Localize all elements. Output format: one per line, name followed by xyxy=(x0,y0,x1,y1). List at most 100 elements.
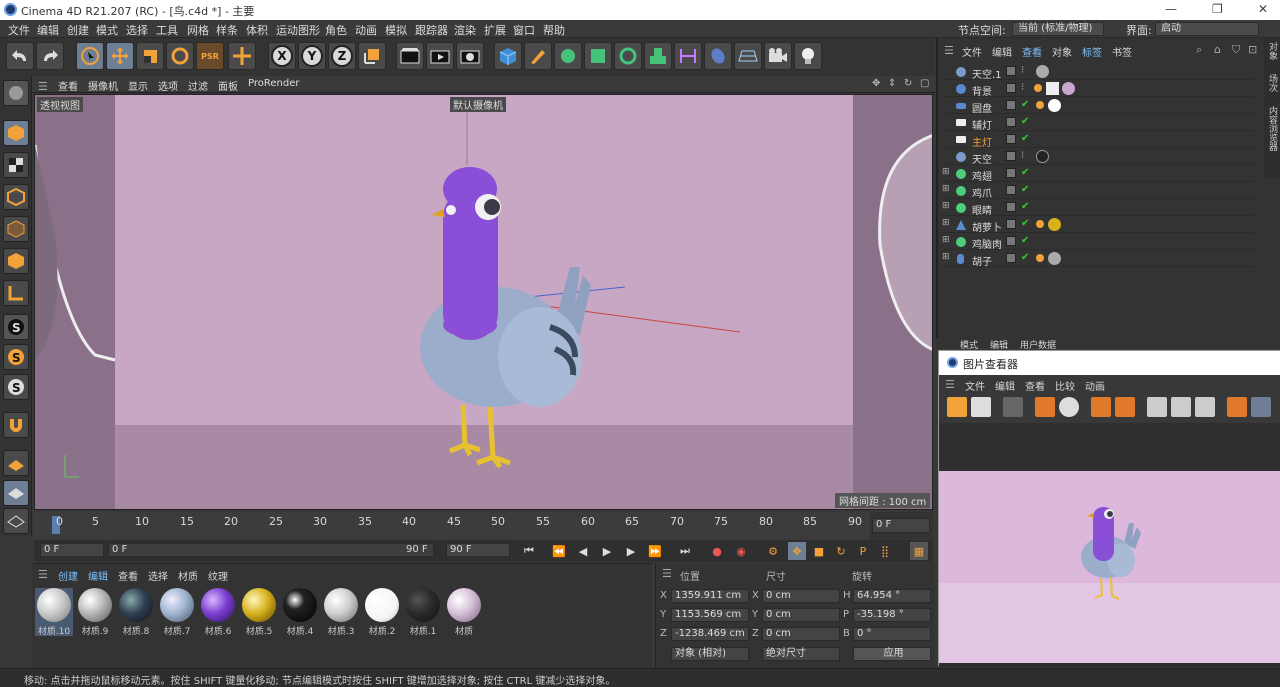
info-icon[interactable] xyxy=(1059,397,1079,417)
next-key-icon[interactable]: ⏩ xyxy=(646,542,664,560)
material-swatch[interactable]: 材质.9 xyxy=(76,588,114,637)
viewport-menu-view[interactable]: 查看 xyxy=(58,78,78,93)
expand-icon[interactable]: ⊞ xyxy=(942,167,950,177)
play-icon[interactable]: ▶ xyxy=(598,542,616,560)
enabled-check-icon[interactable]: ✔ xyxy=(1021,252,1029,263)
ab-compare-icon[interactable] xyxy=(1227,397,1247,417)
channels-icon[interactable] xyxy=(1035,397,1055,417)
visibility-toggle[interactable] xyxy=(1006,151,1016,161)
material-tag-icon[interactable] xyxy=(1036,150,1049,163)
object-row[interactable]: ⊞ 胡子 ✔ xyxy=(942,251,1254,268)
menu-help[interactable]: 帮助 xyxy=(543,22,565,38)
menu-mograph[interactable]: 运动图形 xyxy=(276,22,320,38)
size-z-field[interactable]: 0 cm xyxy=(762,627,840,641)
render-active-icon[interactable] xyxy=(1171,397,1191,417)
tab-objects[interactable]: 对象 xyxy=(1266,42,1279,60)
environment-icon[interactable] xyxy=(704,42,732,70)
points-mode-icon[interactable] xyxy=(3,184,29,210)
visibility-toggle[interactable] xyxy=(1006,66,1016,76)
menu-character[interactable]: 角色 xyxy=(325,22,347,38)
material-tag-icon[interactable] xyxy=(1048,99,1061,112)
visibility-toggle[interactable] xyxy=(1006,168,1016,178)
key-scale-icon[interactable]: ■ xyxy=(810,542,828,560)
next-frame-icon[interactable]: ▶ xyxy=(622,542,640,560)
save-icon[interactable] xyxy=(971,397,991,417)
expand-icon[interactable]: ⊞ xyxy=(942,252,950,262)
object-row[interactable]: 天空.1 ⁝ xyxy=(942,64,1254,81)
obj-menu-bookmarks[interactable]: 书签 xyxy=(1112,44,1132,59)
object-row[interactable]: 主灯 ✔ xyxy=(942,132,1254,149)
obj-menu-edit[interactable]: 编辑 xyxy=(992,44,1012,59)
workplane-icon[interactable] xyxy=(3,450,29,476)
recent-tool-icon[interactable] xyxy=(228,42,256,70)
record-key-icon[interactable]: ● xyxy=(708,542,726,560)
render-settings-icon[interactable] xyxy=(456,42,484,70)
viewport-menu-display[interactable]: 显示 xyxy=(128,78,148,93)
mat-menu-texture[interactable]: 纹理 xyxy=(208,568,228,583)
obj-menu-tags[interactable]: 标签 xyxy=(1082,44,1102,59)
visibility-toggle[interactable] xyxy=(1006,100,1016,110)
tab-takes[interactable]: 场次 xyxy=(1266,74,1279,92)
camera-icon[interactable] xyxy=(764,42,792,70)
compositing-tag-icon[interactable] xyxy=(1036,101,1044,109)
enabled-check-icon[interactable]: ✔ xyxy=(1021,218,1029,229)
pv-menu-animation[interactable]: 动画 xyxy=(1085,378,1105,393)
start-frame-field[interactable]: 0 F xyxy=(40,543,104,557)
current-frame-field[interactable]: 0 F xyxy=(872,518,930,533)
material-tag-icon[interactable] xyxy=(1048,252,1061,265)
object-row[interactable]: ⊞ 鸡脑肉 ✔ xyxy=(942,234,1254,251)
mat-menu-edit[interactable]: 编辑 xyxy=(88,568,108,583)
extrude-icon[interactable] xyxy=(584,42,612,70)
prev-frame-icon[interactable]: ◀ xyxy=(574,542,592,560)
menu-tools[interactable]: 工具 xyxy=(156,22,178,38)
floor-icon[interactable] xyxy=(734,42,762,70)
compositing-tag-icon[interactable] xyxy=(1036,220,1044,228)
render-view-icon[interactable] xyxy=(396,42,424,70)
position-z-field[interactable]: -1238.469 cm xyxy=(671,627,749,641)
z-axis-lock-icon[interactable]: Z xyxy=(328,42,356,70)
viewport-rotate-icon[interactable]: ↻ xyxy=(904,78,912,89)
pv-menu-edit[interactable]: 编辑 xyxy=(995,378,1015,393)
material-tag-icon[interactable] xyxy=(1062,82,1075,95)
delete-icon[interactable] xyxy=(1091,397,1111,417)
new-window-icon[interactable]: ⊡ xyxy=(1248,43,1257,56)
key-param-icon[interactable]: P xyxy=(854,542,872,560)
material-swatch[interactable]: 材质.1 xyxy=(404,588,442,637)
model-mode-icon[interactable] xyxy=(3,120,29,146)
object-row[interactable]: ⊞ 眼睛 ✔ xyxy=(942,200,1254,217)
object-row[interactable]: 背景 ⁝ xyxy=(942,81,1254,98)
perspective-viewport[interactable]: 透视视图 默认摄像机 网格间距 : 100 cm xyxy=(34,94,933,510)
size-y-field[interactable]: 0 cm xyxy=(762,608,840,622)
tab-content-browser[interactable]: 内容浏览器 xyxy=(1266,106,1279,151)
enabled-check-icon[interactable]: ✔ xyxy=(1021,99,1029,110)
mat-menu-select[interactable]: 选择 xyxy=(148,568,168,583)
maximize-button[interactable]: ❐ xyxy=(1212,2,1223,16)
material-swatch[interactable]: 材质.10 xyxy=(35,588,73,637)
material-swatch[interactable]: 材质.5 xyxy=(240,588,278,637)
key-position-icon[interactable]: ✥ xyxy=(788,542,806,560)
apply-button[interactable]: 应用 xyxy=(853,647,931,661)
visibility-toggle[interactable] xyxy=(1006,202,1016,212)
viewport-move-icon[interactable]: ✥ xyxy=(872,78,880,89)
panel-menu-icon[interactable]: ☰ xyxy=(662,567,672,580)
panel-menu-icon[interactable]: ☰ xyxy=(38,568,48,581)
x-axis-lock-icon[interactable]: X xyxy=(268,42,296,70)
panel-menu-icon[interactable]: ☰ xyxy=(944,44,954,57)
compositing-tag-icon[interactable] xyxy=(1036,254,1044,262)
visibility-toggle[interactable] xyxy=(1006,219,1016,229)
filter-icon[interactable]: ⛉ xyxy=(1232,43,1240,57)
layout-select[interactable]: 启动 xyxy=(1155,22,1259,36)
subdivision-icon[interactable] xyxy=(554,42,582,70)
position-y-field[interactable]: 1153.569 cm xyxy=(671,608,749,622)
material-swatch[interactable]: 材质.6 xyxy=(199,588,237,637)
visibility-toggle[interactable] xyxy=(1006,236,1016,246)
cube-primitive-icon[interactable] xyxy=(494,42,522,70)
live-selection-icon[interactable] xyxy=(76,42,104,70)
position-x-field[interactable]: 1359.911 cm xyxy=(671,589,749,603)
coordinate-system-icon[interactable] xyxy=(358,42,386,70)
rotation-p-field[interactable]: -35.198 ° xyxy=(853,608,931,622)
history-icon[interactable] xyxy=(1115,397,1135,417)
material-swatch[interactable]: 材质.3 xyxy=(322,588,360,637)
object-row[interactable]: ⊞ 胡萝卜 ✔ xyxy=(942,217,1254,234)
render-region-icon[interactable] xyxy=(1147,397,1167,417)
